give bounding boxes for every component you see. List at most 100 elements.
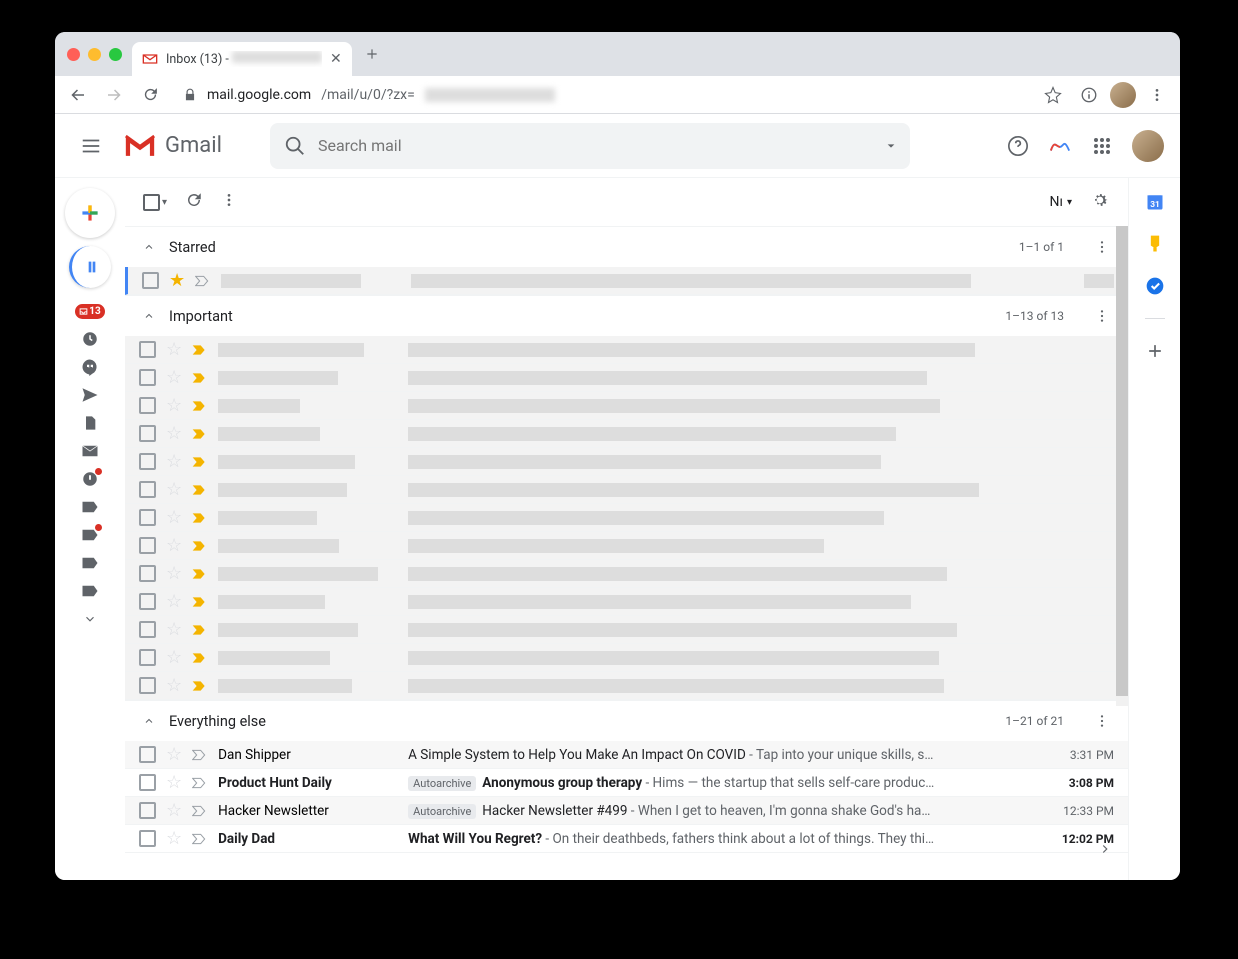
- page-info-button[interactable]: [1074, 80, 1104, 110]
- settings-button[interactable]: [1090, 190, 1110, 214]
- get-addons-icon[interactable]: [1145, 341, 1165, 361]
- section-header-starred[interactable]: Starred 1–1 of 1: [125, 227, 1128, 267]
- important-marker-icon[interactable]: [192, 777, 208, 789]
- label-1-nav[interactable]: [74, 494, 106, 520]
- email-row[interactable]: ☆Daily DadWhat Will You Regret? - On the…: [125, 825, 1128, 853]
- important-marker-icon[interactable]: [192, 624, 208, 636]
- new-tab-button[interactable]: [358, 40, 386, 68]
- star-icon[interactable]: ☆: [166, 563, 182, 584]
- important-marker-icon[interactable]: [192, 680, 208, 692]
- row-checkbox[interactable]: [139, 453, 156, 470]
- star-icon[interactable]: ☆: [166, 339, 182, 360]
- important-marker-icon[interactable]: [192, 344, 208, 356]
- spam-nav[interactable]: [74, 466, 106, 492]
- important-marker-icon[interactable]: [192, 484, 208, 496]
- email-row[interactable]: ☆: [125, 392, 1128, 420]
- important-marker-icon[interactable]: [192, 400, 208, 412]
- drafts-nav[interactable]: [74, 410, 106, 436]
- email-row[interactable]: ☆Hacker NewsletterAutoarchiveHacker News…: [125, 797, 1128, 825]
- row-checkbox[interactable]: [142, 272, 159, 289]
- important-marker-icon[interactable]: [192, 428, 208, 440]
- email-row[interactable]: ☆: [125, 588, 1128, 616]
- more-vert-icon[interactable]: [1094, 239, 1110, 255]
- star-icon[interactable]: ☆: [166, 800, 182, 821]
- important-marker-icon[interactable]: [192, 652, 208, 664]
- row-checkbox[interactable]: [139, 481, 156, 498]
- support-button[interactable]: [1006, 134, 1030, 158]
- important-marker-icon[interactable]: [192, 456, 208, 468]
- row-checkbox[interactable]: [139, 677, 156, 694]
- main-menu-button[interactable]: [71, 126, 111, 166]
- minimize-window-icon[interactable]: [88, 48, 101, 61]
- important-marker-icon[interactable]: [192, 749, 208, 761]
- row-checkbox[interactable]: [139, 593, 156, 610]
- section-header-important[interactable]: Important 1–13 of 13: [125, 296, 1128, 336]
- profile-avatar[interactable]: [1110, 82, 1136, 108]
- snoozed-nav[interactable]: [74, 326, 106, 352]
- row-checkbox[interactable]: [139, 746, 156, 763]
- star-icon[interactable]: ☆: [166, 367, 182, 388]
- account-avatar[interactable]: [1132, 130, 1164, 162]
- section-header-else[interactable]: Everything else 1–21 of 21: [125, 701, 1128, 741]
- row-checkbox[interactable]: [139, 621, 156, 638]
- chrome-menu-button[interactable]: [1142, 80, 1172, 110]
- omnibox[interactable]: mail.google.com/mail/u/0/?zx=: [171, 80, 1032, 110]
- refresh-button[interactable]: [185, 191, 203, 213]
- email-row[interactable]: ☆: [125, 336, 1128, 364]
- star-icon[interactable]: ☆: [166, 451, 182, 472]
- side-panel-toggle[interactable]: [1090, 834, 1120, 864]
- label-4-nav[interactable]: [74, 578, 106, 604]
- star-icon[interactable]: ☆: [166, 479, 182, 500]
- important-marker-icon[interactable]: [192, 372, 208, 384]
- email-row[interactable]: ☆: [125, 476, 1128, 504]
- google-apps-button[interactable]: [1090, 134, 1114, 158]
- forward-button[interactable]: [99, 80, 129, 110]
- tasks-icon[interactable]: [1145, 276, 1165, 296]
- maximize-window-icon[interactable]: [109, 48, 122, 61]
- allmail-nav[interactable]: [74, 438, 106, 464]
- email-row[interactable]: ☆Product Hunt DailyAutoarchiveAnonymous …: [125, 769, 1128, 797]
- star-icon[interactable]: ☆: [166, 744, 182, 765]
- more-nav[interactable]: [74, 606, 106, 632]
- important-marker-icon[interactable]: [192, 540, 208, 552]
- star-icon[interactable]: ☆: [166, 423, 182, 444]
- more-actions-button[interactable]: [221, 192, 237, 212]
- row-checkbox[interactable]: [139, 425, 156, 442]
- star-icon[interactable]: ☆: [166, 675, 182, 696]
- close-window-icon[interactable]: [67, 48, 80, 61]
- keep-icon[interactable]: [1145, 234, 1165, 254]
- star-icon[interactable]: ☆: [166, 591, 182, 612]
- gmail-logo[interactable]: Gmail: [123, 133, 222, 159]
- email-row[interactable]: ☆: [125, 672, 1128, 700]
- email-row[interactable]: ☆: [125, 448, 1128, 476]
- calendar-icon[interactable]: 31: [1145, 192, 1165, 212]
- star-icon[interactable]: ☆: [166, 828, 182, 849]
- label-2-nav[interactable]: [74, 522, 106, 548]
- inbox-nav[interactable]: 13: [74, 298, 106, 324]
- search-input[interactable]: [318, 136, 886, 155]
- back-button[interactable]: [63, 80, 93, 110]
- important-marker-icon[interactable]: [192, 596, 208, 608]
- email-row[interactable]: ☆: [125, 420, 1128, 448]
- email-row[interactable]: ☆: [125, 616, 1128, 644]
- star-icon[interactable]: ☆: [166, 772, 182, 793]
- star-page-button[interactable]: [1038, 80, 1068, 110]
- search-bar[interactable]: [270, 123, 910, 169]
- row-checkbox[interactable]: [139, 397, 156, 414]
- more-vert-icon[interactable]: [1094, 308, 1110, 324]
- row-checkbox[interactable]: [139, 830, 156, 847]
- important-marker-icon[interactable]: [192, 568, 208, 580]
- scrollbar[interactable]: [1116, 226, 1128, 706]
- email-row[interactable]: ☆: [125, 364, 1128, 392]
- important-marker-icon[interactable]: [192, 512, 208, 524]
- star-icon[interactable]: ☆: [166, 507, 182, 528]
- sent-nav[interactable]: [74, 382, 106, 408]
- select-all[interactable]: ▾: [143, 194, 167, 211]
- input-split-selector[interactable]: Nı▾: [1050, 194, 1072, 210]
- email-row[interactable]: ☆: [125, 560, 1128, 588]
- row-checkbox[interactable]: [139, 509, 156, 526]
- star-icon[interactable]: ☆: [166, 395, 182, 416]
- email-row[interactable]: ☆: [125, 644, 1128, 672]
- compose-button[interactable]: [65, 188, 115, 238]
- important-marker-icon[interactable]: [195, 275, 211, 287]
